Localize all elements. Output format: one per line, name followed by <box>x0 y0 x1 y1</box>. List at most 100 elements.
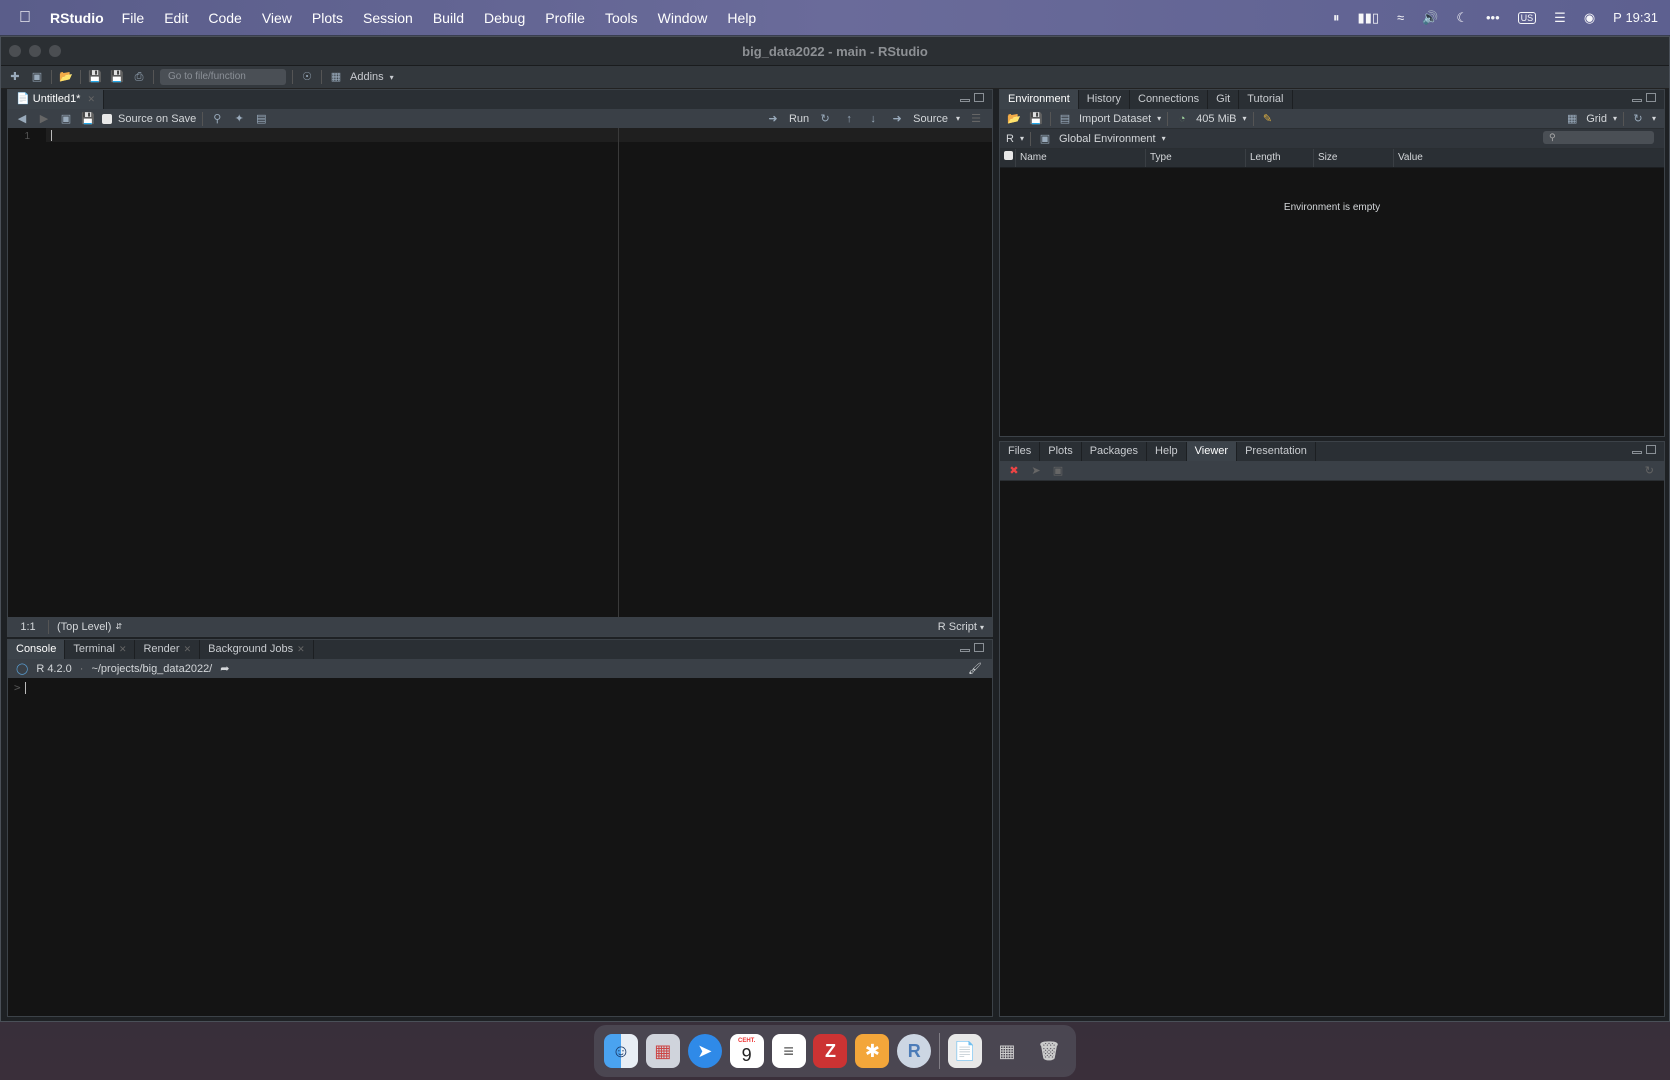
back-arrow-icon[interactable]: ◀ <box>14 112 30 126</box>
menu-app-name[interactable]: RStudio <box>50 10 104 26</box>
menu-profile[interactable]: Profile <box>545 10 585 26</box>
refresh-icon[interactable]: ↻ <box>1630 112 1646 126</box>
tab-untitled1[interactable]: 📄 Untitled1* ✕ <box>8 90 105 109</box>
tab-environment[interactable]: Environment <box>1000 90 1079 109</box>
maximize-pane-icon[interactable] <box>1646 445 1656 454</box>
tab-connections[interactable]: Connections <box>1130 90 1209 109</box>
source-button[interactable]: Source <box>913 113 948 125</box>
load-workspace-icon[interactable]: 📂 <box>1006 112 1022 126</box>
close-tab-icon[interactable]: ✕ <box>297 644 305 654</box>
menu-view[interactable]: View <box>262 10 292 26</box>
file-type-selector[interactable]: R Script ▾ <box>938 621 984 633</box>
open-file-icon[interactable]: 📂 <box>58 70 74 84</box>
siri-icon[interactable]: ◉ <box>1584 10 1595 26</box>
menu-build[interactable]: Build <box>433 10 464 26</box>
minimize-pane-icon[interactable] <box>960 99 970 102</box>
clock[interactable]: Р 19:31 <box>1613 10 1658 25</box>
launchpad-icon[interactable]: ▦ <box>645 1034 680 1068</box>
memory-usage[interactable]: 405 MiB <box>1196 113 1236 125</box>
close-tab-icon[interactable]: ✕ <box>119 644 127 654</box>
menu-debug[interactable]: Debug <box>484 10 525 26</box>
control-center-icon[interactable]: ☰ <box>1554 10 1566 26</box>
zotero-icon[interactable]: Z <box>813 1034 848 1068</box>
tab-history[interactable]: History <box>1079 90 1130 109</box>
clear-workspace-broom-icon[interactable]: ✎ <box>1260 112 1276 126</box>
asterisk-app-icon[interactable]: ✱ <box>855 1034 890 1068</box>
column-type[interactable]: Type <box>1146 149 1246 167</box>
tab-console[interactable]: Console <box>8 640 66 659</box>
menu-code[interactable]: Code <box>208 10 241 26</box>
grid-view-selector[interactable]: Grid <box>1586 113 1607 125</box>
tab-presentation[interactable]: Presentation <box>1237 442 1316 461</box>
volume-icon[interactable]: 🔊 <box>1422 10 1438 26</box>
column-size[interactable]: Size <box>1314 149 1394 167</box>
code-tools-icon[interactable]: ✦ <box>231 112 247 126</box>
export-icon[interactable]: ➤ <box>1028 464 1044 478</box>
battery-icon[interactable]: ▮▮▯ <box>1358 10 1379 26</box>
input-source-badge[interactable]: US <box>1517 11 1537 24</box>
refresh-icon[interactable]: ↻ <box>1645 464 1654 477</box>
menu-help[interactable]: Help <box>727 10 756 26</box>
go-to-file-input[interactable]: Go to file/function <box>160 69 286 85</box>
maximize-pane-icon[interactable] <box>974 643 984 652</box>
scope-selector[interactable]: (Top Level) <box>57 621 111 633</box>
maximize-pane-icon[interactable] <box>1646 93 1656 102</box>
run-icon[interactable]: ➜ <box>765 112 781 126</box>
minimize-pane-icon[interactable] <box>1632 451 1642 454</box>
downloads-stack-icon[interactable]: ▦ <box>990 1034 1024 1068</box>
apple-icon[interactable]:  <box>0 9 50 27</box>
rerun-icon[interactable]: ↻ <box>817 112 833 126</box>
menu-plots[interactable]: Plots <box>312 10 343 26</box>
calendar-icon[interactable]: СЕНТ. 9 <box>729 1034 764 1068</box>
select-all-checkbox[interactable] <box>1004 151 1013 160</box>
workspace-panes-icon[interactable]: ▦ <box>328 70 344 84</box>
moon-icon[interactable]: ☾ <box>1456 10 1468 26</box>
menu-tools[interactable]: Tools <box>605 10 638 26</box>
menu-session[interactable]: Session <box>363 10 413 26</box>
source-on-save-checkbox[interactable] <box>102 113 112 124</box>
close-tab-icon[interactable]: ✕ <box>88 94 96 104</box>
run-button[interactable]: Run <box>789 113 809 125</box>
show-in-window-icon[interactable]: ▣ <box>1050 464 1066 478</box>
reminders-icon[interactable]: ≡ <box>771 1034 806 1068</box>
menu-file[interactable]: File <box>122 10 145 26</box>
show-in-window-icon[interactable]: ▣ <box>58 112 74 126</box>
tab-plots[interactable]: Plots <box>1040 442 1082 461</box>
new-project-icon[interactable]: ▣ <box>29 70 45 84</box>
tab-files[interactable]: Files <box>1000 442 1041 461</box>
forward-arrow-icon[interactable]: ▶ <box>36 112 52 126</box>
tab-terminal[interactable]: Terminal ✕ <box>65 640 136 659</box>
print-icon[interactable]: ⎙ <box>131 70 147 84</box>
tab-help[interactable]: Help <box>1147 442 1187 461</box>
tab-packages[interactable]: Packages <box>1082 442 1148 461</box>
source-icon[interactable]: ➜ <box>889 112 905 126</box>
clear-console-icon[interactable]: 🖌 <box>968 662 982 675</box>
trash-icon[interactable]: 🗑 <box>1032 1034 1066 1068</box>
maximize-pane-icon[interactable] <box>974 93 984 102</box>
tab-render[interactable]: Render ✕ <box>135 640 201 659</box>
console-output[interactable]: > <box>8 678 992 1016</box>
wifi-icon[interactable]: ≈ <box>1397 10 1404 25</box>
arrow-down-icon[interactable]: ↓ <box>865 112 881 126</box>
global-environment-selector[interactable]: Global Environment <box>1059 133 1156 145</box>
import-dataset-button[interactable]: Import Dataset <box>1079 113 1151 125</box>
arrow-up-icon[interactable]: ↑ <box>841 112 857 126</box>
save-icon[interactable]: 💾 <box>80 112 96 126</box>
vcs-icon[interactable]: ☉ <box>299 70 315 84</box>
safari-icon[interactable]: ➤ <box>687 1034 722 1068</box>
column-length[interactable]: Length <box>1246 149 1314 167</box>
compile-report-icon[interactable]: ▤ <box>253 112 269 126</box>
tab-background-jobs[interactable]: Background Jobs ✕ <box>200 640 314 659</box>
more-icon[interactable]: ••• <box>1486 10 1500 25</box>
chevron-down-icon[interactable]: ▾ <box>956 114 960 123</box>
finder-icon[interactable]: ☺ <box>603 1034 638 1068</box>
tab-tutorial[interactable]: Tutorial <box>1239 90 1293 109</box>
tab-git[interactable]: Git <box>1208 90 1240 109</box>
minimize-pane-icon[interactable] <box>1632 99 1642 102</box>
column-name[interactable]: Name <box>1016 149 1146 167</box>
code-editor[interactable]: 1 <box>8 128 992 617</box>
new-file-icon[interactable]: ✚ <box>7 70 23 84</box>
menu-window[interactable]: Window <box>658 10 708 26</box>
save-all-icon[interactable]: 💾 <box>109 70 125 84</box>
addins-menu[interactable]: Addins <box>350 71 384 83</box>
